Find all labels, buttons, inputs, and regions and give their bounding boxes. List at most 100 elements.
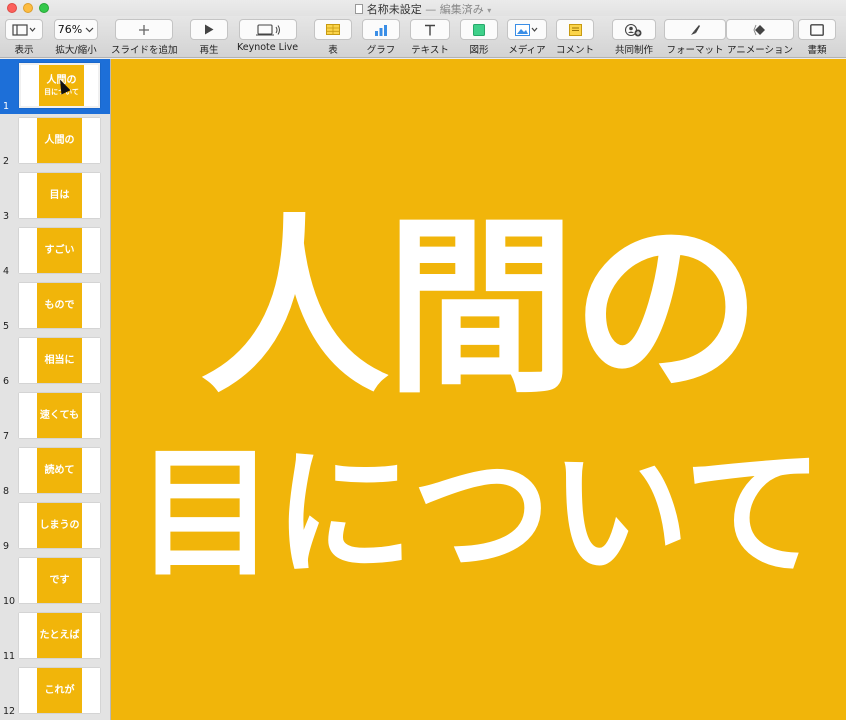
shape-label: 図形 xyxy=(469,45,489,56)
slide-thumbnail-1[interactable]: 人間の 目について 1 xyxy=(0,59,110,114)
collaborate-icon xyxy=(625,23,642,36)
slide-preview-content: 目は xyxy=(37,173,82,218)
slide-number: 2 xyxy=(3,156,10,167)
slide-number: 3 xyxy=(3,211,10,222)
document-button[interactable] xyxy=(798,19,836,40)
slide-canvas[interactable]: 人間の 目について xyxy=(111,59,846,720)
slide-number: 10 xyxy=(3,596,16,607)
keynote-live-icon xyxy=(255,23,280,36)
slide-thumbnail-10[interactable]: です 10 xyxy=(0,554,110,609)
slide-number: 8 xyxy=(3,486,10,497)
chart-button[interactable] xyxy=(362,19,400,40)
table-control[interactable]: 表 xyxy=(314,19,352,56)
comment-label: コメント xyxy=(556,45,595,56)
slide-preview-text: もので xyxy=(44,299,75,311)
shape-control[interactable]: 図形 xyxy=(460,19,498,56)
slide-thumbnail-12[interactable]: これが 12 xyxy=(0,664,110,719)
slide-preview[interactable]: 速くても xyxy=(19,393,100,438)
slide-preview[interactable]: しまうの xyxy=(19,503,100,548)
media-button[interactable] xyxy=(507,19,547,40)
add-slide-control[interactable]: スライドを追加 xyxy=(111,19,178,56)
document-label: 書類 xyxy=(807,45,827,56)
keynote-live-button[interactable] xyxy=(238,19,297,40)
comment-button[interactable] xyxy=(556,19,594,40)
slide-preview-content: すごい xyxy=(37,228,82,273)
slide-title-line-2[interactable]: 目について xyxy=(111,444,846,584)
slide-preview[interactable]: すごい xyxy=(19,228,100,273)
document-name: 名称未設定 xyxy=(366,3,422,16)
play-button[interactable] xyxy=(190,19,228,40)
edit-status: — 編集済み xyxy=(425,3,484,16)
text-button[interactable] xyxy=(410,19,450,40)
animate-control[interactable]: アニメーション xyxy=(726,19,794,56)
sidebar-view-icon xyxy=(12,23,36,36)
slide-preview[interactable]: たとえば xyxy=(19,613,100,658)
window-title[interactable]: 名称未設定 — 編集済み ▾ xyxy=(0,1,846,17)
document-control[interactable]: 書類 xyxy=(798,19,836,56)
slide-preview-content: これが xyxy=(37,668,82,713)
slide-number: 12 xyxy=(3,706,16,717)
slide-number: 6 xyxy=(3,376,10,387)
add-slide-label: スライドを追加 xyxy=(111,45,178,56)
chart-control[interactable]: グラフ xyxy=(362,19,400,56)
table-label: 表 xyxy=(328,45,338,56)
comment-control[interactable]: コメント xyxy=(556,19,594,56)
comment-icon xyxy=(568,23,582,36)
slide-preview[interactable]: 相当に xyxy=(19,338,100,383)
document-proxy-icon xyxy=(354,4,363,14)
zoom-select[interactable]: 76% xyxy=(54,19,98,40)
play-control[interactable]: 再生 xyxy=(190,19,228,56)
slide-thumbnail-6[interactable]: 相当に 6 xyxy=(0,334,110,389)
animate-button[interactable] xyxy=(726,19,794,40)
bar-chart-icon xyxy=(375,24,387,36)
view-control[interactable]: 表示 xyxy=(5,19,43,56)
collaborate-control[interactable]: 共同制作 xyxy=(612,19,656,56)
slide-preview-text: これが xyxy=(44,684,75,696)
chevron-down-icon xyxy=(85,27,94,32)
slide-number: 7 xyxy=(3,431,10,442)
slide-thumbnail-4[interactable]: すごい 4 xyxy=(0,224,110,279)
add-slide-button[interactable] xyxy=(115,19,174,40)
slide-thumbnail-8[interactable]: 読めて 8 xyxy=(0,444,110,499)
view-label: 表示 xyxy=(14,45,34,56)
slide-preview[interactable]: 読めて xyxy=(19,448,100,493)
format-button[interactable] xyxy=(664,19,726,40)
slide-thumbnail-11[interactable]: たとえば 11 xyxy=(0,609,110,664)
slide-title-line-1[interactable]: 人間の xyxy=(111,213,846,403)
slide-preview-text: 人間の xyxy=(44,134,75,146)
format-control[interactable]: フォーマット xyxy=(664,19,726,56)
slide-thumbnail-7[interactable]: 速くても 7 xyxy=(0,389,110,444)
slide-number: 9 xyxy=(3,541,10,552)
slide-preview[interactable]: 目は xyxy=(19,173,100,218)
slide-preview[interactable]: 人間の xyxy=(19,118,100,163)
slide-thumbnail-3[interactable]: 目は 3 xyxy=(0,169,110,224)
slide-preview-text: たとえば xyxy=(39,629,80,641)
media-control[interactable]: メディア xyxy=(507,19,547,56)
play-label: 再生 xyxy=(199,45,219,56)
slide-number: 4 xyxy=(3,266,10,277)
collaborate-button[interactable] xyxy=(612,19,656,40)
shape-button[interactable] xyxy=(460,19,498,40)
slide-navigator[interactable]: 人間の 目について 1 人間の 2 目は 3 すごい 4 もので 5 相当に 6 速くても 7 読めて 8 しまう… xyxy=(0,59,111,720)
view-button[interactable] xyxy=(5,19,43,40)
text-icon xyxy=(425,24,435,35)
slide-preview-text: です xyxy=(49,574,70,586)
text-control[interactable]: テキスト xyxy=(410,19,450,56)
slide-preview-content: 相当に xyxy=(37,338,82,383)
slide-preview-content: しまうの xyxy=(37,503,82,548)
slide-number: 5 xyxy=(3,321,10,332)
slide-thumbnail-5[interactable]: もので 5 xyxy=(0,279,110,334)
keynote-live-control[interactable]: Keynote Live xyxy=(237,19,298,53)
collaborate-label: 共同制作 xyxy=(614,45,653,56)
slide-preview-content: 読めて xyxy=(37,448,82,493)
table-button[interactable] xyxy=(314,19,352,40)
animate-icon xyxy=(753,24,765,35)
slide-thumbnail-2[interactable]: 人間の 2 xyxy=(0,114,110,169)
keynote-live-label: Keynote Live xyxy=(237,42,299,53)
keynote-window: 名称未設定 — 編集済み ▾ 表示 76% 拡大/縮小 スライドを追加 再生 K… xyxy=(0,0,846,720)
slide-preview[interactable]: もので xyxy=(19,283,100,328)
slide-preview[interactable]: です xyxy=(19,558,100,603)
slide-preview[interactable]: これが xyxy=(19,668,100,713)
zoom-control[interactable]: 76% 拡大/縮小 xyxy=(54,19,98,56)
slide-thumbnail-9[interactable]: しまうの 9 xyxy=(0,499,110,554)
